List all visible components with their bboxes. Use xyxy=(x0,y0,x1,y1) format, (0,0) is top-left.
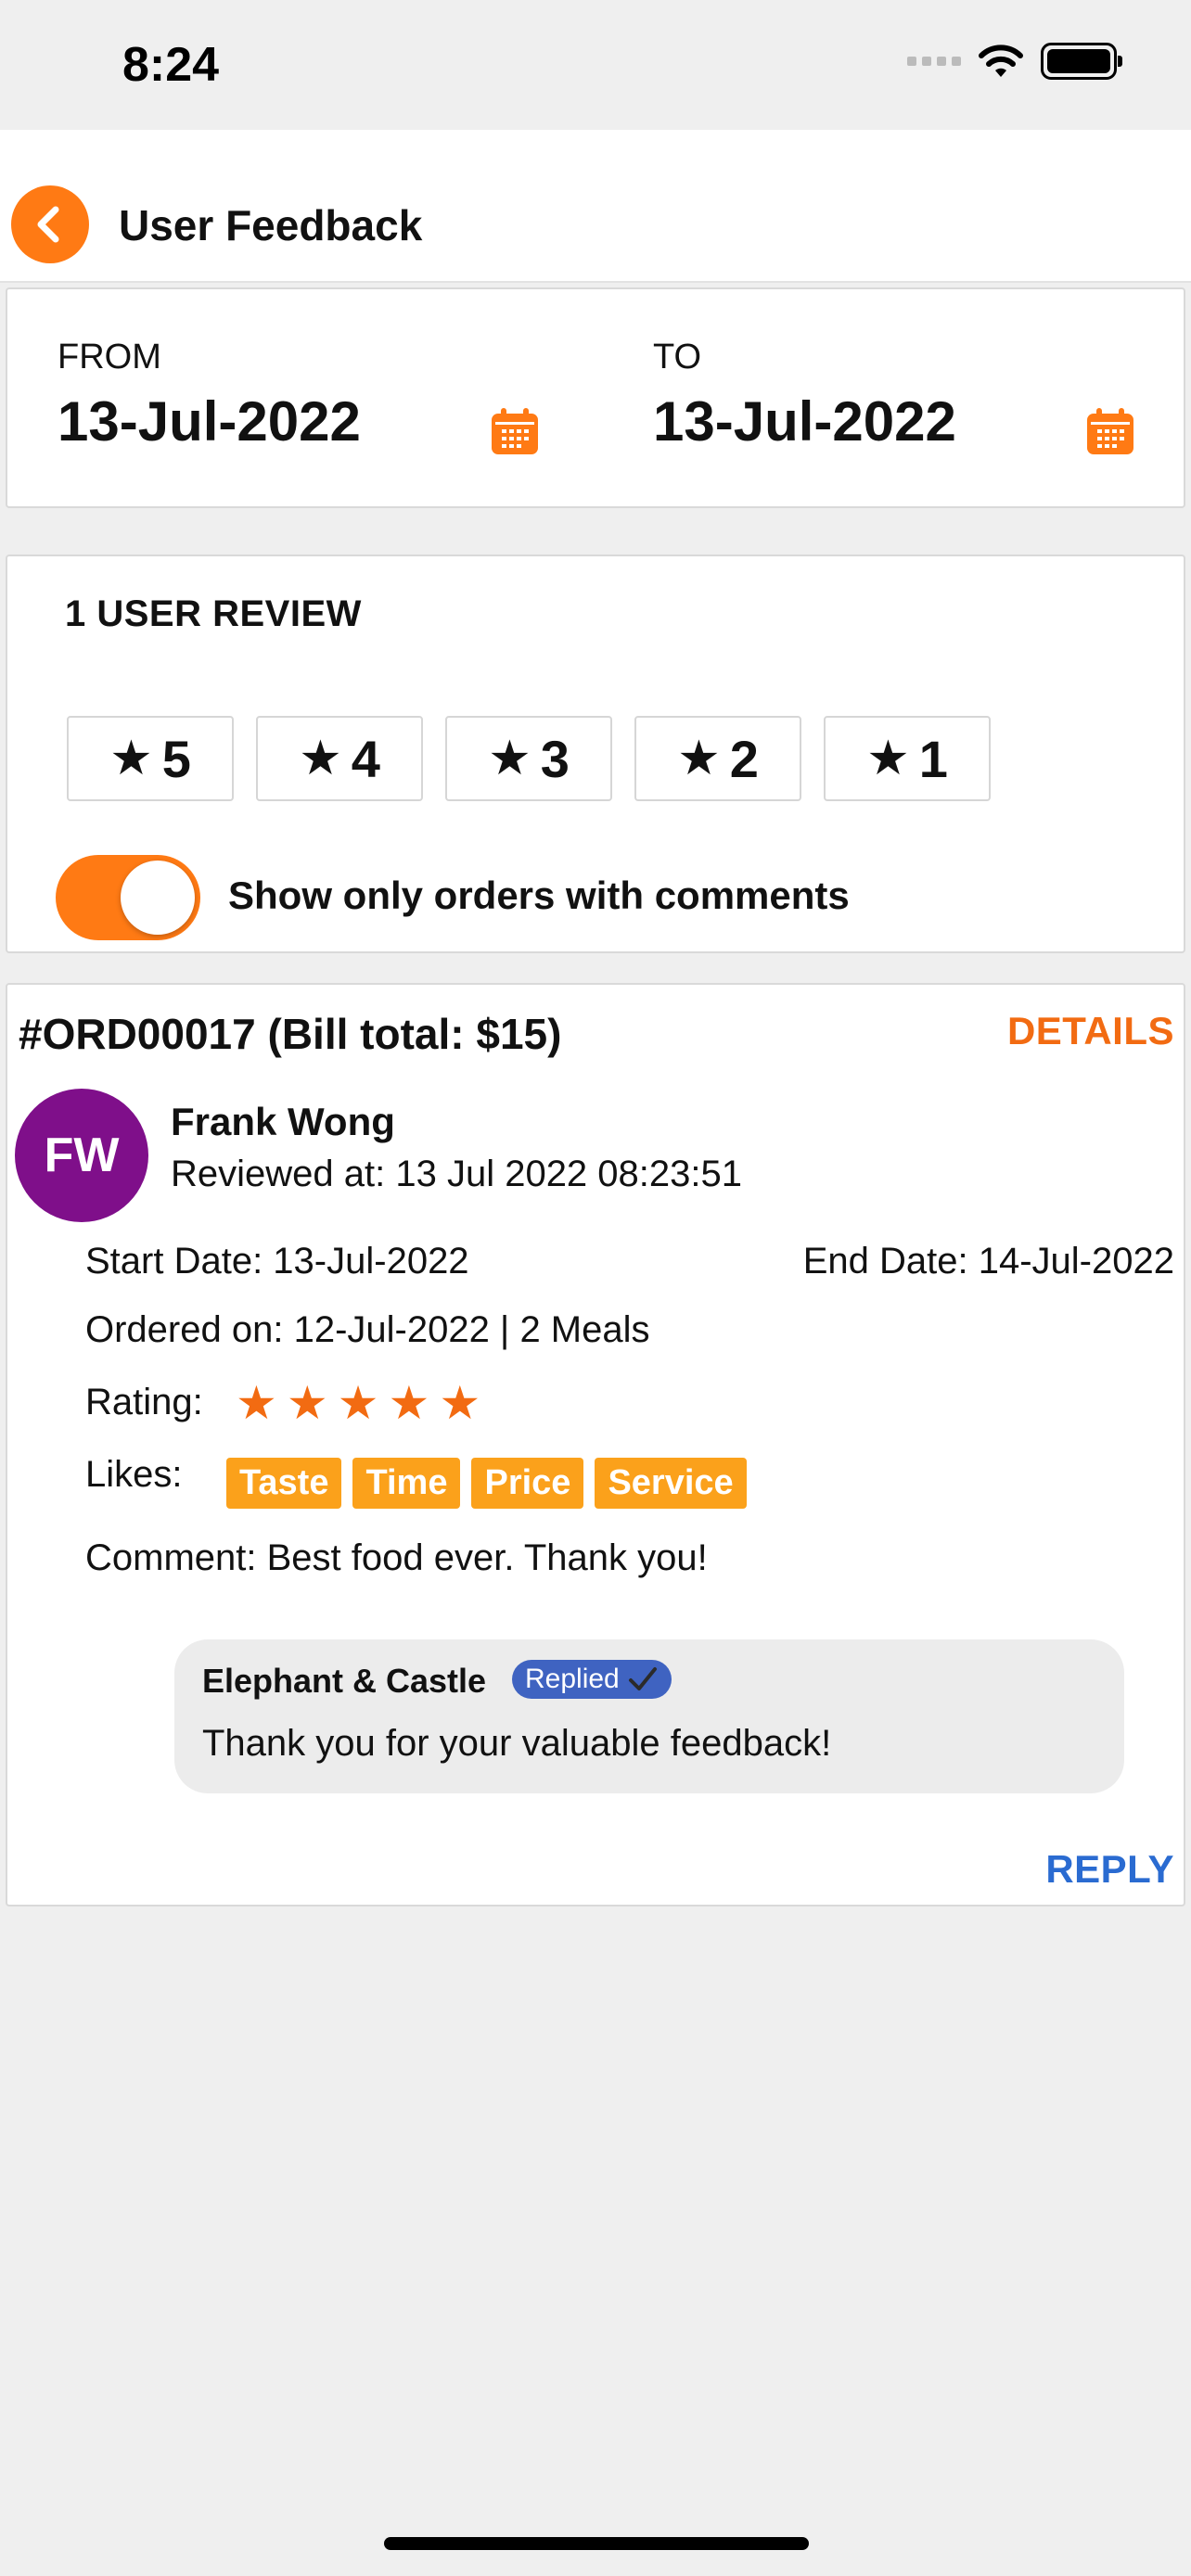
star-filter-3[interactable]: ★ 3 xyxy=(445,716,612,801)
cellular-signal-icon xyxy=(907,57,961,66)
star-filter-value: 5 xyxy=(161,729,191,788)
calendar-icon[interactable] xyxy=(490,406,540,456)
status-icons xyxy=(907,43,1122,80)
star-icon: ★ xyxy=(236,1377,277,1429)
likes-list: Taste Time Price Service xyxy=(226,1458,747,1509)
from-date-value[interactable]: 13-Jul-2022 xyxy=(58,389,361,453)
like-chip: Taste xyxy=(226,1458,342,1509)
checkmark-icon xyxy=(628,1667,657,1690)
star-filter-4[interactable]: ★ 4 xyxy=(256,716,423,801)
nav-bar: User Feedback xyxy=(0,130,1191,283)
rating-stars: ★ ★ ★ ★ ★ xyxy=(236,1376,480,1430)
avatar: FW xyxy=(15,1089,148,1222)
date-range-card: FROM 13-Jul-2022 TO 13-Jul-2022 xyxy=(6,287,1185,508)
order-review-card: #ORD00017 (Bill total: $15) DETAILS FW F… xyxy=(6,983,1185,1906)
review-count: 1 USER REVIEW xyxy=(65,593,362,634)
order-title: #ORD00017 (Bill total: $15) xyxy=(19,1010,562,1058)
page-title: User Feedback xyxy=(119,201,423,249)
star-icon: ★ xyxy=(488,732,531,785)
calendar-icon[interactable] xyxy=(1085,406,1135,456)
star-filter-2[interactable]: ★ 2 xyxy=(634,716,801,801)
from-label: FROM xyxy=(58,338,161,376)
to-date-value[interactable]: 13-Jul-2022 xyxy=(653,389,956,453)
end-date: End Date: 14-Jul-2022 xyxy=(802,1241,1174,1282)
like-chip: Price xyxy=(471,1458,584,1509)
star-filter-value: 2 xyxy=(729,729,759,788)
star-filter-value: 4 xyxy=(351,729,380,788)
toggle-knob xyxy=(121,861,195,935)
wifi-icon xyxy=(979,45,1023,77)
chevron-left-icon xyxy=(37,206,59,243)
merchant-name: Elephant & Castle xyxy=(202,1662,487,1700)
star-icon: ★ xyxy=(439,1377,481,1429)
reviewer-name: Frank Wong xyxy=(171,1100,395,1143)
review-summary-card: 1 USER REVIEW ★ 5 ★ 4 ★ 3 ★ 2 ★ 1 Show only o… xyxy=(6,555,1185,953)
comments-only-toggle[interactable] xyxy=(56,855,200,940)
star-filter-5[interactable]: ★ 5 xyxy=(67,716,234,801)
battery-icon xyxy=(1041,43,1122,80)
comments-only-label: Show only orders with comments xyxy=(228,874,850,917)
star-icon: ★ xyxy=(337,1377,379,1429)
replied-badge: Replied xyxy=(512,1660,672,1699)
status-bar: 8:24 xyxy=(0,0,1191,130)
reply-text: Thank you for your valuable feedback! xyxy=(202,1723,832,1764)
back-button[interactable] xyxy=(11,185,89,263)
to-label: TO xyxy=(653,338,702,376)
start-date: Start Date: 13-Jul-2022 xyxy=(85,1241,469,1282)
star-icon: ★ xyxy=(286,1377,328,1429)
reviewed-at: Reviewed at: 13 Jul 2022 08:23:51 xyxy=(171,1154,742,1194)
star-icon: ★ xyxy=(109,732,153,785)
star-icon: ★ xyxy=(866,732,910,785)
status-time: 8:24 xyxy=(122,38,220,92)
like-chip: Time xyxy=(352,1458,461,1509)
replied-badge-label: Replied xyxy=(525,1664,620,1694)
star-filter-value: 3 xyxy=(540,729,570,788)
star-icon: ★ xyxy=(677,732,721,785)
reply-button[interactable]: REPLY xyxy=(1045,1847,1174,1892)
likes-label: Likes: xyxy=(85,1454,183,1495)
home-indicator[interactable] xyxy=(384,2537,809,2550)
ordered-on: Ordered on: 12-Jul-2022 | 2 Meals xyxy=(85,1309,650,1350)
star-icon: ★ xyxy=(388,1377,430,1429)
merchant-reply-bubble: Elephant & Castle Replied Thank you for … xyxy=(174,1639,1124,1793)
star-filter-value: 1 xyxy=(918,729,948,788)
like-chip: Service xyxy=(595,1458,747,1509)
rating-label: Rating: xyxy=(85,1382,203,1422)
star-filter-group: ★ 5 ★ 4 ★ 3 ★ 2 ★ 1 xyxy=(67,716,991,801)
star-filter-1[interactable]: ★ 1 xyxy=(824,716,991,801)
star-icon: ★ xyxy=(299,732,342,785)
comment-text: Comment: Best food ever. Thank you! xyxy=(85,1537,708,1578)
details-button[interactable]: DETAILS xyxy=(1007,1009,1174,1053)
